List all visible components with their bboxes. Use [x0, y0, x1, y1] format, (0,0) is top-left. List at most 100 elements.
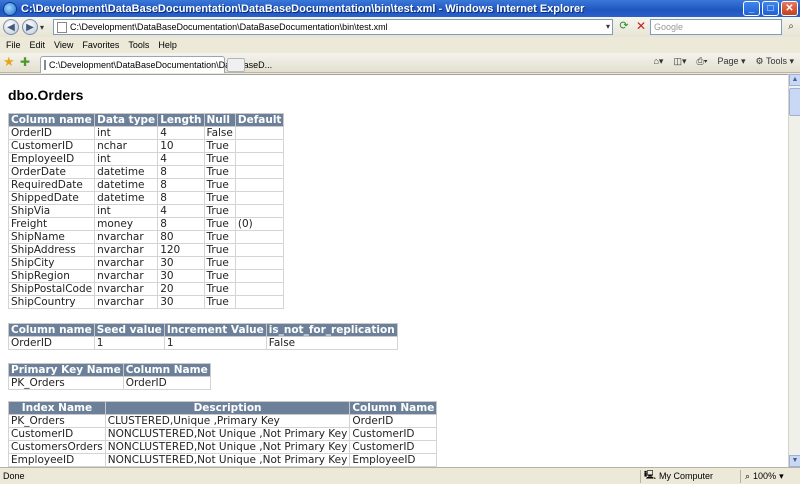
columns-table: Column name Data type Length Null Default Or… — [7, 113, 285, 309]
column-cell: True — [203, 230, 236, 244]
tools-menu[interactable]: ⚙ Tools ▾ — [756, 56, 794, 67]
column-row: ShippedDate datetime 8 True — [7, 191, 285, 205]
column-cell: ShipName — [7, 230, 96, 244]
favorites-star-icon[interactable]: ★ — [3, 55, 15, 69]
title-bar: C:\Development\DataBaseDocumentation\Dat… — [0, 0, 800, 17]
stop-icon[interactable]: ✕ — [633, 19, 649, 34]
address-input[interactable]: C:\Development\DataBaseDocumentation\Dat… — [53, 19, 613, 35]
column-header: Default — [234, 113, 285, 127]
column-cell: ShipPostalCode — [7, 282, 96, 296]
column-cell: 30 — [157, 269, 205, 283]
column-header: Column name — [7, 113, 96, 127]
search-input[interactable]: Google — [650, 19, 782, 35]
home-icon[interactable]: ⌂▾ — [654, 56, 664, 67]
column-cell — [234, 126, 285, 140]
zoom-control[interactable]: ⌕ 100% ▾ — [745, 471, 784, 482]
column-cell: 120 — [157, 243, 205, 257]
index-cell: NONCLUSTERED,Not Unique ,Not Primary Key — [104, 453, 351, 467]
history-dropdown-icon[interactable]: ▾ — [40, 23, 44, 32]
identity-cell: 1 — [163, 336, 267, 350]
column-cell: money — [94, 217, 159, 231]
column-cell — [234, 204, 285, 218]
column-cell: True — [203, 295, 236, 309]
address-dropdown-icon[interactable]: ▾ — [606, 22, 610, 31]
column-cell: True — [203, 139, 236, 153]
print-icon[interactable]: ⎙▾ — [697, 56, 708, 67]
identity-header: Column name — [8, 323, 95, 337]
menu-favorites[interactable]: Favorites — [82, 40, 119, 50]
column-header: Null — [203, 113, 236, 127]
identity-cell: 1 — [93, 336, 165, 350]
column-cell: int — [94, 152, 159, 166]
column-cell: nvarchar — [94, 282, 159, 296]
pk-cell: OrderID — [122, 376, 211, 390]
column-cell: nchar — [94, 139, 159, 153]
index-header: Description — [104, 401, 351, 415]
identity-table: Column name Seed value Increment Value is_n… — [8, 323, 398, 350]
page-menu[interactable]: Page ▾ — [717, 56, 745, 67]
column-row: ShipRegion nvarchar 30 True — [7, 269, 285, 283]
new-tab-button[interactable] — [227, 58, 245, 72]
column-row: Freight money 8 True (0) — [7, 217, 285, 231]
column-cell: ShipVia — [7, 204, 96, 218]
scroll-thumb[interactable] — [789, 88, 800, 116]
column-cell — [234, 230, 285, 244]
column-cell: ShipCountry — [7, 295, 96, 309]
column-cell — [234, 243, 285, 257]
column-cell: nvarchar — [94, 295, 159, 309]
search-icon[interactable]: ⌕ — [784, 19, 798, 34]
scroll-down-icon[interactable]: ▼ — [789, 455, 800, 467]
index-row: PK_Orders CLUSTERED,Unique ,Primary Key Or… — [8, 414, 438, 428]
computer-icon: 🖳 — [644, 470, 657, 480]
address-url: C:\Development\DataBaseDocumentation\Dat… — [70, 22, 388, 32]
close-button[interactable]: ✕ — [781, 1, 798, 16]
column-row: ShipAddress nvarchar 120 True — [7, 243, 285, 257]
maximize-button[interactable]: □ — [762, 1, 779, 16]
add-favorites-icon[interactable]: ✚ — [20, 55, 30, 69]
column-cell: ShippedDate — [7, 191, 96, 205]
minimize-button[interactable]: _ — [743, 1, 760, 16]
column-row: ShipCity nvarchar 30 True — [7, 256, 285, 270]
scroll-up-icon[interactable]: ▲ — [789, 74, 800, 86]
back-button[interactable]: ◀ — [3, 19, 19, 35]
tab-current[interactable]: C:\Development\DataBaseDocumentation\Dat… — [40, 56, 272, 73]
pk-cell: PK_Orders — [8, 376, 124, 390]
page-menu-label: Page — [717, 56, 739, 66]
index-cell: CustomerID — [349, 440, 438, 454]
column-cell: int — [94, 126, 159, 140]
menu-view[interactable]: View — [54, 40, 73, 50]
column-row: CustomerID nchar 10 True — [7, 139, 285, 153]
column-cell: 4 — [157, 204, 205, 218]
menu-help[interactable]: Help — [158, 40, 177, 50]
security-zone: 🖳 My Computer — [644, 468, 713, 484]
vertical-scrollbar[interactable]: ▲ ▼ — [788, 74, 800, 467]
column-cell: True — [203, 282, 236, 296]
identity-header: is_not_for_replication — [265, 323, 398, 337]
column-row: ShipCountry nvarchar 30 True — [7, 295, 285, 309]
menu-edit[interactable]: Edit — [30, 40, 46, 50]
column-cell: OrderDate — [7, 165, 96, 179]
index-cell: EmployeeID — [8, 453, 106, 467]
column-header: Length — [157, 113, 205, 127]
tab-bar: ★ ✚ C:\Development\DataBaseDocumentation… — [0, 53, 800, 73]
feeds-icon[interactable]: ◫▾ — [673, 56, 686, 67]
column-cell: ShipRegion — [7, 269, 96, 283]
index-cell: EmployeeID — [349, 453, 438, 467]
column-cell — [234, 139, 285, 153]
column-cell: EmployeeID — [7, 152, 96, 166]
column-cell: Freight — [7, 217, 96, 231]
menu-tools[interactable]: Tools — [128, 40, 149, 50]
column-cell: OrderID — [7, 126, 96, 140]
column-cell: True — [203, 256, 236, 270]
pk-header: Column Name — [122, 363, 211, 377]
refresh-icon[interactable]: ⟳ — [616, 19, 632, 34]
page-icon — [57, 21, 67, 33]
column-cell: RequiredDate — [7, 178, 96, 192]
column-row: ShipName nvarchar 80 True — [7, 230, 285, 244]
forward-button[interactable]: ▶ — [22, 19, 38, 35]
column-cell: True — [203, 204, 236, 218]
column-cell: (0) — [234, 217, 285, 231]
index-header: Column Name — [349, 401, 438, 415]
column-cell: True — [203, 152, 236, 166]
menu-file[interactable]: File — [6, 40, 21, 50]
